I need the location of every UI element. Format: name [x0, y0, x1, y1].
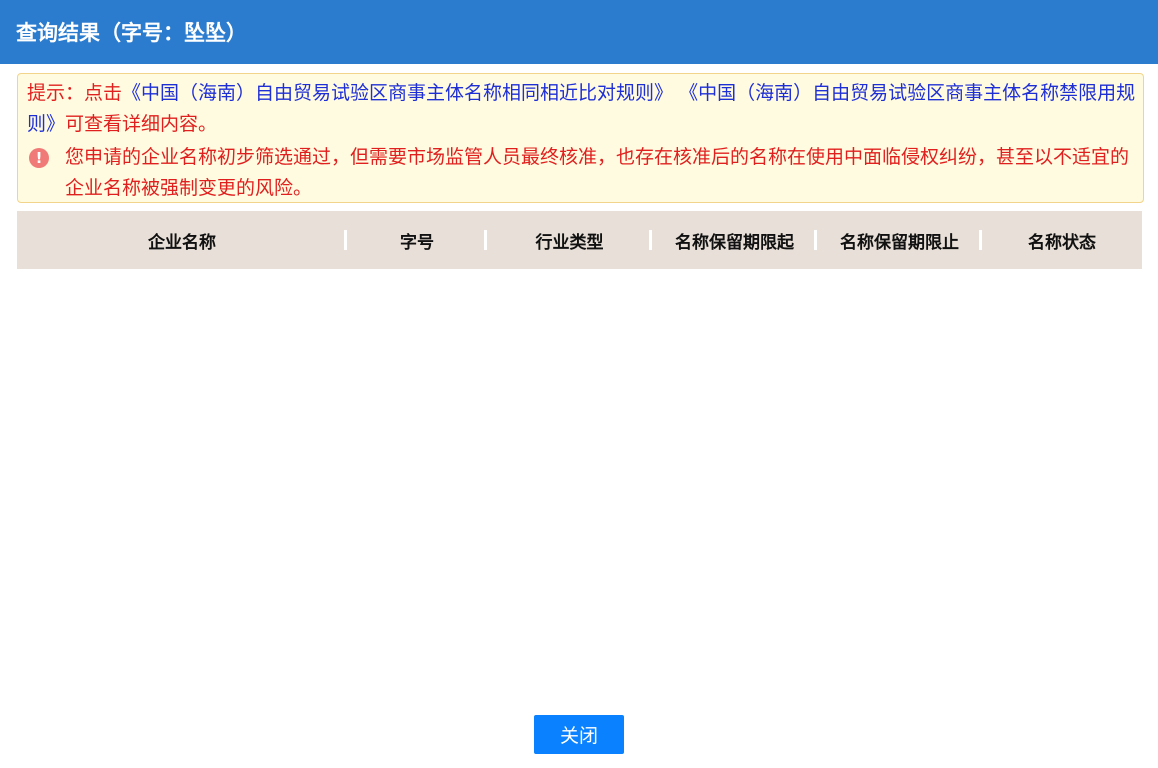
- results-table-header: 企业名称 字号 行业类型 名称保留期限起 名称保留期限止 名称状态: [17, 211, 1142, 269]
- notice-box: 提示：点击《中国（海南）自由贸易试验区商事主体名称相同相近比对规则》 《中国（海…: [17, 73, 1144, 203]
- warning-text: 您申请的企业名称初步筛选通过，但需要市场监管人员最终核准，也存在核准后的名称在使…: [65, 146, 1130, 199]
- warning-row: ! 您申请的企业名称初步筛选通过，但需要市场监管人员最终核准，也存在核准后的名称…: [27, 142, 1143, 204]
- notice-prefix: 提示：点击: [27, 82, 123, 104]
- exclamation-icon: !: [29, 148, 49, 168]
- similarity-rules-link[interactable]: 《中国（海南）自由贸易试验区商事主体名称相同相近比对规则》: [122, 82, 673, 104]
- dialog-header: 查询结果（字号：坠坠）: [0, 0, 1158, 64]
- column-header-reserve-start: 名称保留期限起: [652, 228, 817, 253]
- notice-suffix: 可查看详细内容。: [65, 113, 218, 135]
- column-header-reserve-end: 名称保留期限止: [817, 228, 982, 253]
- column-header-company-name: 企业名称: [17, 228, 347, 253]
- column-header-status: 名称状态: [1028, 232, 1096, 253]
- close-button[interactable]: 关闭: [534, 715, 624, 754]
- dialog-title: 查询结果（字号：坠坠）: [16, 21, 247, 45]
- column-header-industry: 行业类型: [487, 228, 652, 253]
- notice-tip: 提示：点击《中国（海南）自由贸易试验区商事主体名称相同相近比对规则》 《中国（海…: [27, 78, 1143, 140]
- column-header-trade-name: 字号: [347, 228, 487, 253]
